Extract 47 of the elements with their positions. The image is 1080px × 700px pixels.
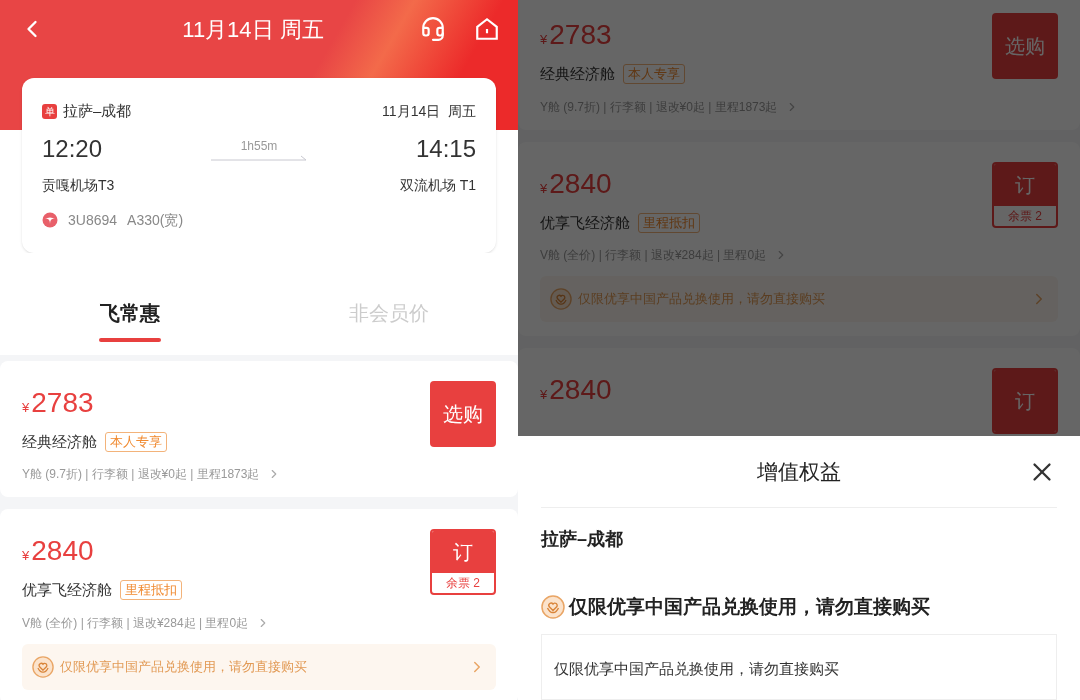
notice-title: 仅限优享中国产品兑换使用，请勿直接购买	[569, 595, 930, 619]
fare-details[interactable]: Y舱 (9.7折) | 行李额 | 退改¥0起 | 里程1873起	[22, 465, 260, 483]
cabin-name: 经典经济舱	[22, 431, 97, 452]
home-icon[interactable]	[474, 16, 500, 42]
cabin-name: 优享飞经济舱	[22, 580, 112, 600]
headset-icon[interactable]	[420, 16, 446, 42]
aircraft-type: A330(宽)	[127, 210, 184, 230]
airline-logo-icon	[42, 212, 58, 228]
fare-tag: 本人专享	[105, 431, 167, 452]
fare-price: ¥2840	[540, 373, 612, 404]
header-title: 11月14日 周五	[181, 15, 325, 44]
notice-text: 仅限优享中国产品兑换使用，请勿直接购买	[60, 657, 308, 676]
fare-price: ¥2840	[540, 166, 613, 198]
book-button[interactable]: 订 余票 2	[992, 161, 1058, 228]
cabin-name: 优享飞经济舱	[540, 212, 630, 233]
book-button[interactable]: 订 余票 2	[430, 529, 496, 595]
trip-badge: 单	[42, 103, 57, 119]
notice-banner[interactable]: 仅限优享中国产品兑换使用，请勿直接购买	[540, 276, 1058, 322]
heart-hands-icon	[541, 595, 565, 620]
sheet-route: 拉萨–成都	[541, 528, 624, 551]
fare-tag: 里程抵扣	[120, 580, 182, 601]
cabin-name: 经典经济舱	[540, 64, 615, 84]
notice-text: 仅限优享中国产品兑换使用，请勿直接购买	[578, 290, 826, 309]
fare-tag: 里程抵扣	[638, 212, 700, 233]
select-button[interactable]: 选购	[430, 380, 496, 447]
flight-date: 11月14日 周五	[382, 101, 476, 121]
notice-text: 仅限优享中国产品兑换使用，请勿直接购买	[554, 659, 839, 677]
fare-price: ¥2783	[22, 385, 95, 417]
arrive-airport: 双流机场 T1	[399, 175, 476, 195]
select-button[interactable]: 选购	[992, 13, 1058, 79]
fare-price: ¥2783	[540, 18, 613, 49]
fare-price: ¥2840	[22, 534, 95, 565]
route-text: 拉萨–成都	[63, 101, 132, 121]
flight-duration: 1h55m	[240, 137, 278, 155]
fare-details[interactable]: V舱 (全价) | 行李额 | 退改¥284起 | 里程0起	[22, 613, 249, 632]
flight-number: 3U8694	[68, 210, 118, 230]
dim-overlay[interactable]	[518, 0, 1080, 436]
fare-tag: 本人专享	[623, 64, 685, 85]
fare-tab[interactable]: 飞常惠	[0, 272, 259, 355]
heart-hands-icon	[550, 288, 572, 310]
notice-banner[interactable]: 仅限优享中国产品兑换使用，请勿直接购买	[22, 643, 496, 690]
sheet-title: 增值权益	[756, 458, 842, 485]
depart-airport: 贡嘎机场T3	[42, 175, 115, 195]
depart-time: 12:20	[42, 133, 103, 164]
heart-hands-icon	[32, 655, 54, 678]
arrive-time: 14:15	[415, 133, 476, 164]
book-button[interactable]: 订	[992, 368, 1058, 434]
